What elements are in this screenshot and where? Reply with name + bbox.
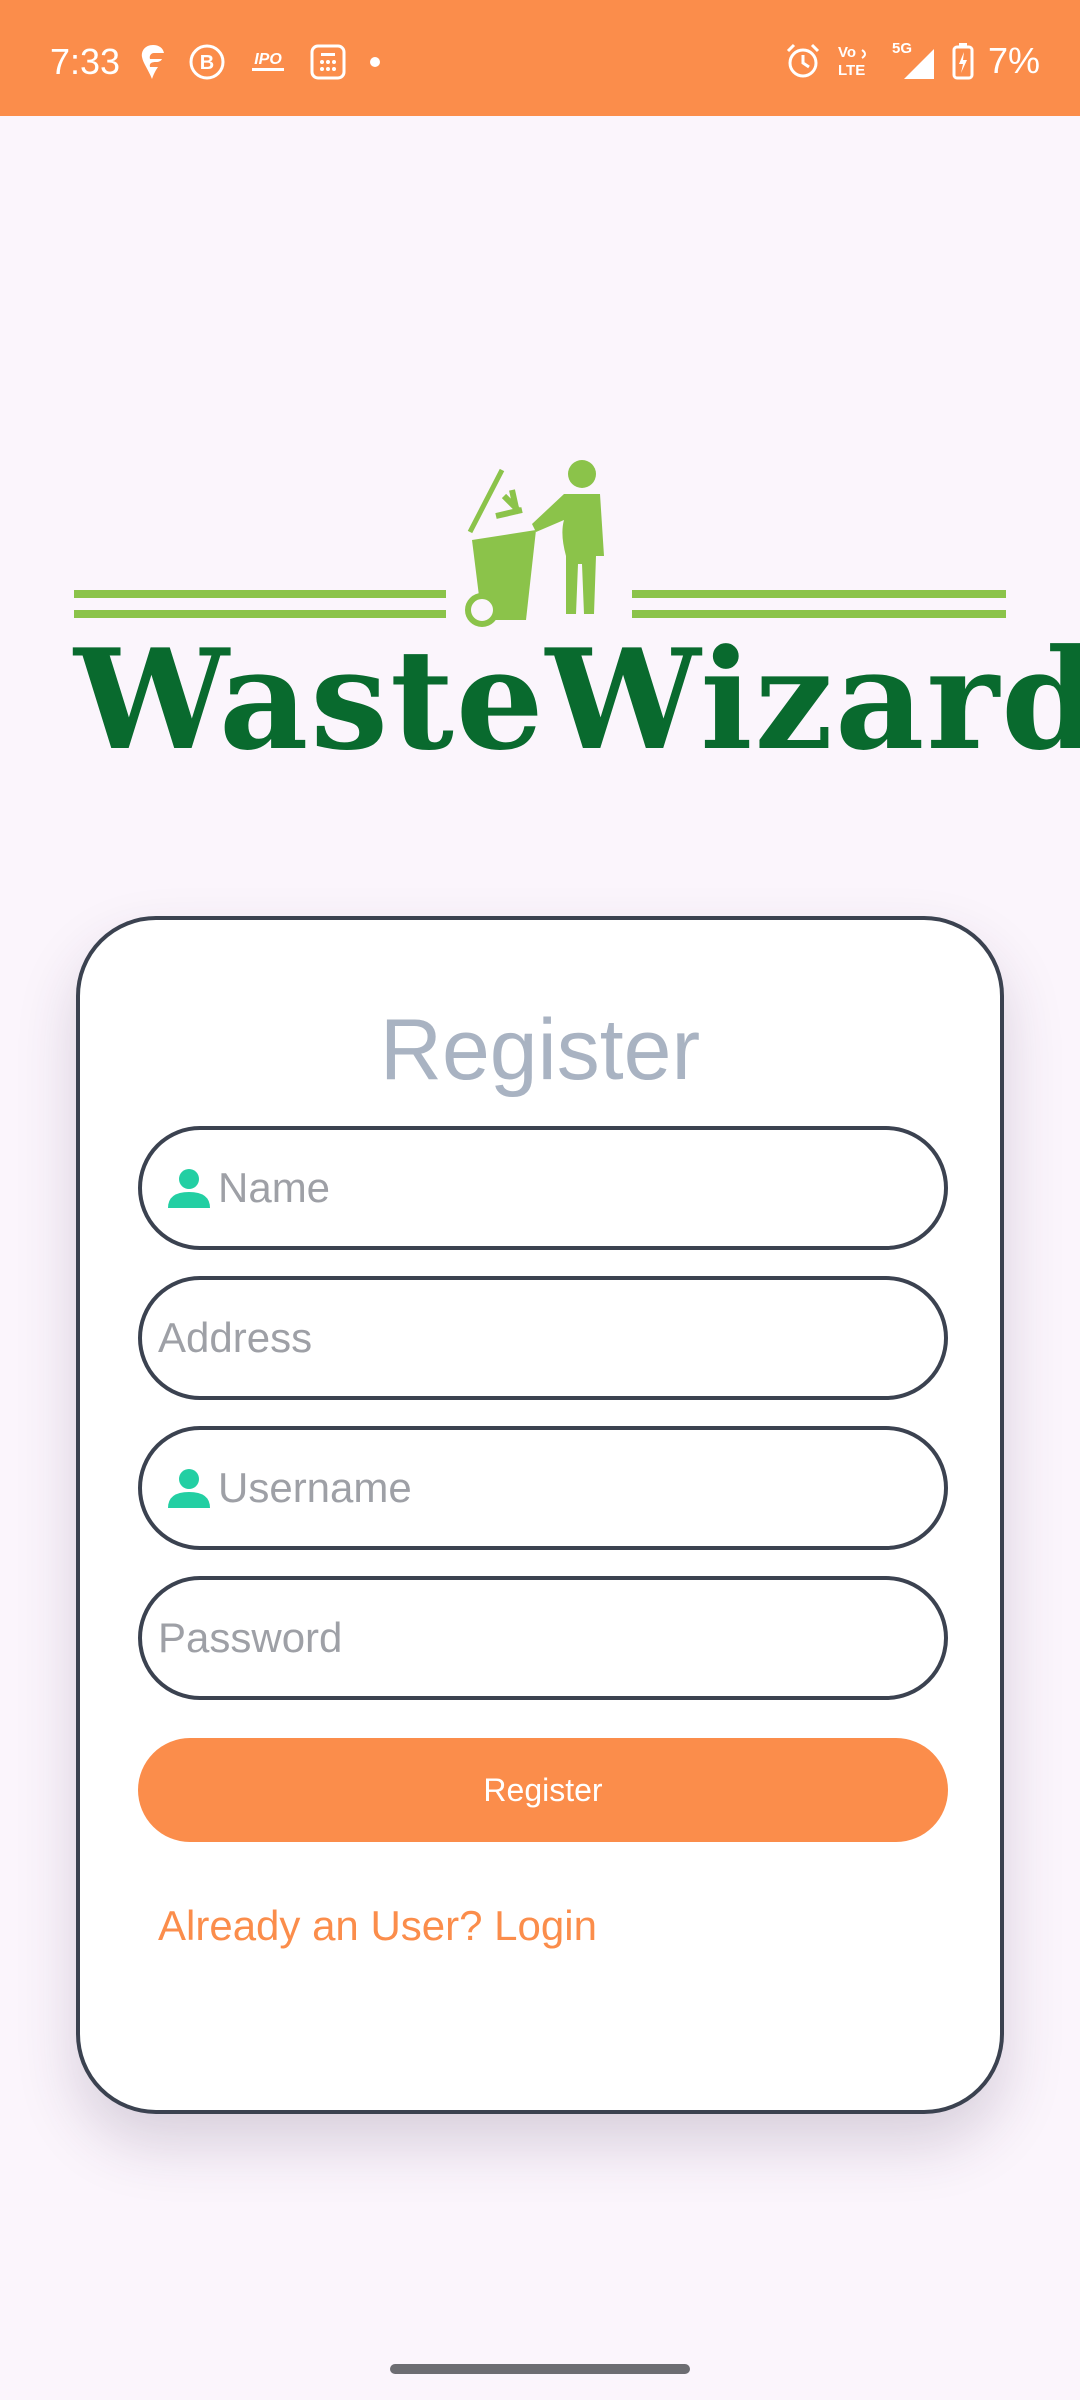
person-icon <box>168 1468 210 1508</box>
status-time: 7:33 <box>50 41 121 82</box>
alarm-icon <box>784 42 822 80</box>
password-field[interactable]: Password <box>138 1576 948 1700</box>
register-title: Register <box>379 1002 701 1098</box>
username-field[interactable]: Username <box>138 1426 948 1550</box>
logo-wordmark: WasteWizard <box>74 618 1080 781</box>
volte-icon: Vo LTE <box>836 42 876 80</box>
app-logo: WasteWizard <box>74 460 1080 781</box>
status-right-icons: Vo LTE 5G 7% <box>784 36 1040 86</box>
status-left-icons: B IPO <box>140 40 382 84</box>
register-button[interactable]: Register <box>138 1738 948 1842</box>
address-field[interactable]: Address <box>138 1276 948 1400</box>
b-icon: B <box>188 43 226 81</box>
name-placeholder: Name <box>218 1164 331 1211</box>
swiggy-icon <box>140 43 166 81</box>
person-icon <box>168 1168 210 1208</box>
address-placeholder: Address <box>158 1314 313 1361</box>
username-placeholder: Username <box>218 1464 412 1511</box>
home-indicator[interactable] <box>390 2364 690 2374</box>
ipo-icon: IPO <box>248 47 288 77</box>
ipo-icon-label: IPO <box>254 51 282 68</box>
battery-percent: 7% <box>987 40 1040 81</box>
login-link[interactable]: Already an User? Login <box>158 1898 597 1954</box>
signal-5g-icon: 5G <box>890 39 938 83</box>
b-icon-label: B <box>200 52 214 74</box>
battery-icon <box>952 42 974 80</box>
logo-graphic <box>74 460 1006 627</box>
status-bar: 7:33 B IPO Vo LTE 5G 7% <box>0 0 1080 116</box>
signal-5g-label: 5G <box>892 40 912 57</box>
volte-vo-label: Vo <box>838 44 856 61</box>
password-placeholder: Password <box>158 1614 343 1661</box>
register-card: Register Name Address Username Password … <box>76 916 1004 2114</box>
calculator-icon <box>310 44 346 80</box>
name-field[interactable]: Name <box>138 1126 948 1250</box>
volte-lte-label: LTE <box>838 62 865 79</box>
dot-icon <box>368 55 382 69</box>
